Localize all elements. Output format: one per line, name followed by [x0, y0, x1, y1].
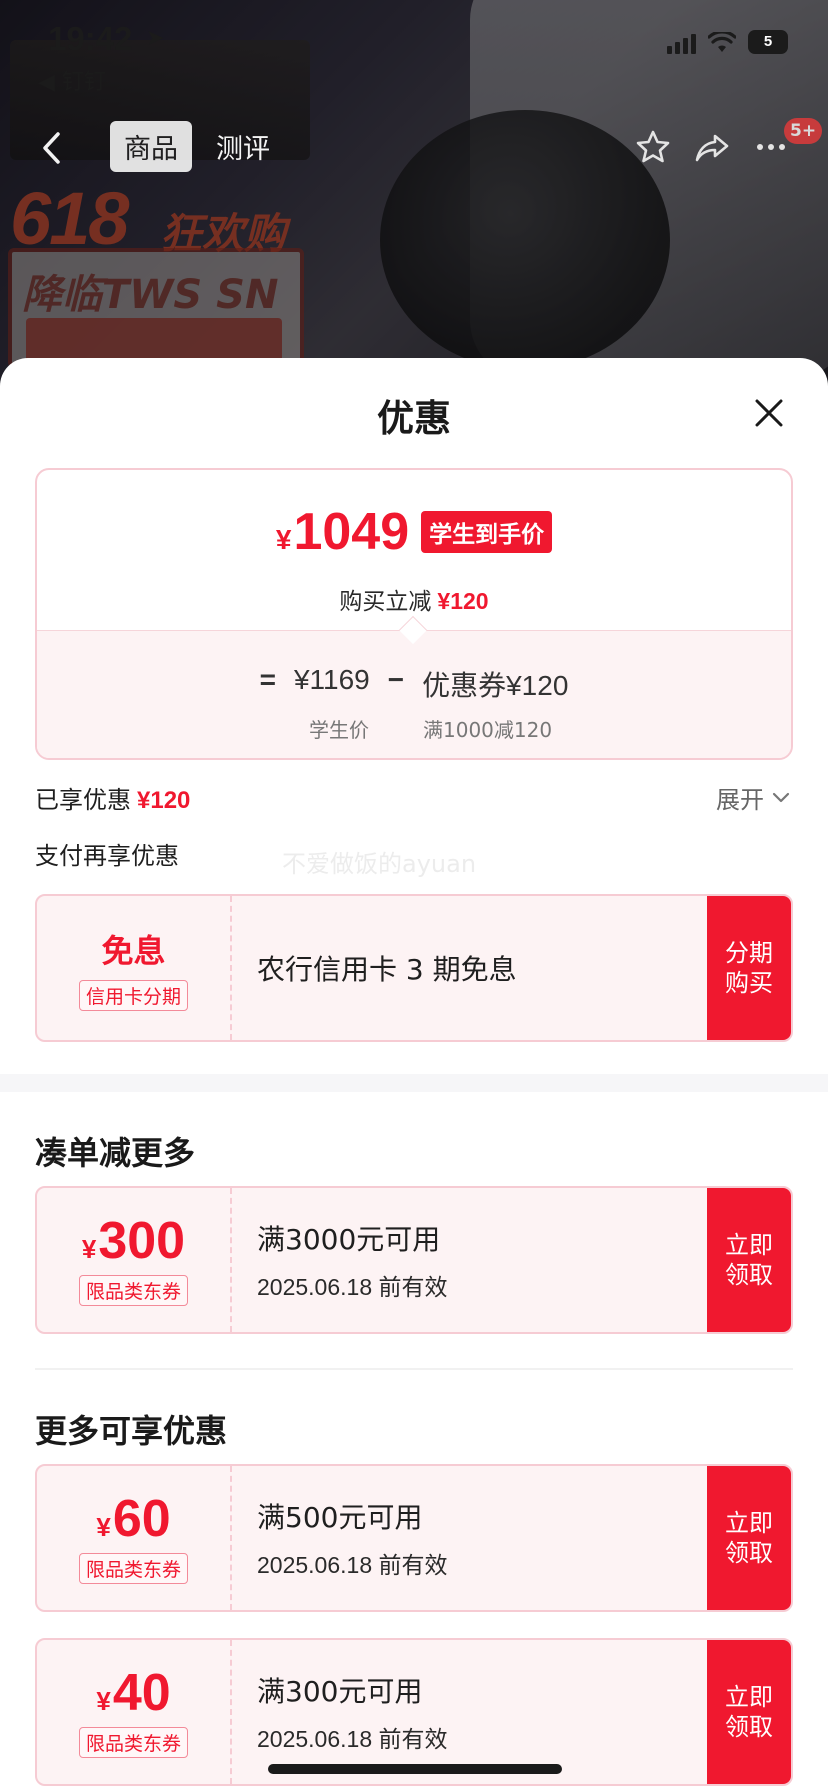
watermark: 不爱做饭的ayuan — [282, 850, 477, 878]
base-price-label: 学生价 — [309, 718, 369, 742]
enjoyed-label: 已享优惠 — [35, 786, 131, 814]
coupon-expiry: 2025.06.18 前有效 — [257, 1552, 448, 1578]
status-time: 19:42 — [48, 20, 133, 57]
coupon-info: 满500元可用 2025.06.18 前有效 — [257, 1466, 448, 1610]
tab-review[interactable]: 测评 — [202, 121, 284, 172]
coupon-amount: ¥40 — [96, 1667, 170, 1719]
interest-free-label: 免息 — [101, 931, 166, 970]
message-badge: 5+ — [784, 118, 823, 144]
coupon-chip: 信用卡分期 — [78, 979, 188, 1011]
home-indicator[interactable] — [268, 1764, 562, 1774]
formula-equals: = — [259, 664, 276, 695]
coupon-condition: 满300元可用 — [257, 1675, 423, 1708]
chevron-down-icon — [772, 792, 790, 802]
coupon-info: 满3000元可用 2025.06.18 前有效 — [257, 1188, 448, 1332]
tab-product[interactable]: 商品 — [110, 121, 192, 172]
enjoyed-discount-row: 已享优惠 ¥120 — [35, 780, 190, 815]
close-icon[interactable] — [752, 396, 786, 430]
price-breakdown-card: ¥1049 学生到手价 购买立减 ¥120 = ¥1169 − 优惠券¥120 学… — [35, 468, 793, 760]
coupon-left: ¥60 限品类东券 — [37, 1466, 232, 1610]
coupon-expiry: 2025.06.18 前有效 — [257, 1726, 448, 1752]
coupon-amount: ¥300 — [82, 1215, 185, 1267]
share-icon[interactable] — [693, 128, 731, 166]
back-to-app-link[interactable]: ◀ 钉钉 — [38, 64, 106, 96]
coupon-chip: 限品类东券 — [78, 1552, 188, 1584]
coupon-title: 农行信用卡 3 期免息 — [257, 953, 517, 986]
battery-icon: 5 — [748, 30, 788, 54]
location-arrow-icon: ➤ — [146, 26, 165, 51]
coupon-amount-value: 60 — [112, 1489, 171, 1548]
section-title-more-discounts: 凑单减更多 — [35, 1134, 196, 1172]
coupon-condition: 满500元可用 — [257, 1501, 423, 1534]
coupon-60: ¥60 限品类东券 满500元可用 2025.06.18 前有效 立即 领取 — [35, 1464, 793, 1612]
coupon-left: ¥300 限品类东券 — [37, 1188, 232, 1332]
status-bar: 19:42 ➤ 5 — [0, 0, 828, 70]
claim-coupon-button[interactable]: 立即 领取 — [707, 1466, 791, 1610]
cellular-signal-icon — [667, 34, 696, 54]
claim-coupon-button[interactable]: 立即 领取 — [707, 1188, 791, 1332]
expand-label: 展开 — [716, 786, 764, 814]
coupon-currency: ¥ — [96, 1511, 111, 1542]
formula-coupon: 优惠券¥120 — [422, 670, 569, 701]
formula-minus: − — [387, 664, 405, 695]
formula-base-price: ¥1169 — [293, 664, 370, 695]
coupon-currency: ¥ — [81, 1233, 97, 1264]
instant-reduce-label: 购买立减 — [339, 589, 432, 615]
section-separator — [0, 1074, 828, 1092]
expand-button[interactable]: 展开 — [716, 780, 790, 815]
price-currency: ¥ — [275, 524, 292, 555]
coupon-left: 免息 信用卡分期 — [37, 896, 232, 1040]
favorite-star-icon[interactable] — [634, 128, 672, 166]
coupon-info: 农行信用卡 3 期免息 — [257, 896, 517, 1040]
coupon-chip: 限品类东券 — [78, 1274, 188, 1306]
instant-reduce-value: ¥120 — [437, 588, 489, 614]
pay-more-title: 支付再享优惠 — [35, 842, 179, 870]
discount-sheet: 优惠 ¥1049 学生到手价 购买立减 ¥120 = ¥1169 − 优惠券¥12… — [0, 358, 828, 1792]
claim-coupon-button[interactable]: 立即 领取 — [707, 1640, 791, 1784]
back-arrow-icon[interactable] — [38, 128, 64, 168]
installment-buy-button[interactable]: 分期 购买 — [707, 896, 791, 1040]
final-price: ¥1049 — [276, 502, 409, 562]
coupon-currency: ¥ — [96, 1685, 111, 1716]
instant-reduce-row: 购买立减 ¥120 — [37, 582, 791, 616]
status-indicators: 5 — [667, 30, 788, 54]
section-title-available-discounts: 更多可享优惠 — [35, 1412, 228, 1450]
coupon-info: 满300元可用 2025.06.18 前有效 — [257, 1640, 448, 1784]
coupon-expiry: 2025.06.18 前有效 — [257, 1274, 448, 1300]
price-amount: 1049 — [293, 503, 410, 561]
coupon-condition: 满3000元可用 — [257, 1223, 441, 1256]
coupon-chip: 限品类东券 — [78, 1726, 188, 1758]
coupon-condition-label: 满1000减120 — [423, 718, 553, 742]
coupon-amount-value: 40 — [112, 1663, 171, 1722]
installment-coupon: 免息 信用卡分期 农行信用卡 3 期免息 分期 购买 — [35, 894, 793, 1042]
price-formula: = ¥1169 − 优惠券¥120 — [37, 664, 791, 704]
coupon-amount: ¥60 — [96, 1493, 170, 1545]
student-price-tag: 学生到手价 — [421, 511, 553, 553]
final-price-row: ¥1049 学生到手价 — [37, 502, 791, 562]
sheet-title: 优惠 — [377, 397, 451, 440]
coupon-left: ¥40 限品类东券 — [37, 1640, 232, 1784]
wifi-icon — [708, 32, 736, 52]
coupon-amount-value: 300 — [98, 1211, 186, 1270]
coupon-300: ¥300 限品类东券 满3000元可用 2025.06.18 前有效 立即 领取 — [35, 1186, 793, 1334]
enjoyed-value: ¥120 — [137, 787, 191, 814]
divider — [35, 1368, 793, 1370]
